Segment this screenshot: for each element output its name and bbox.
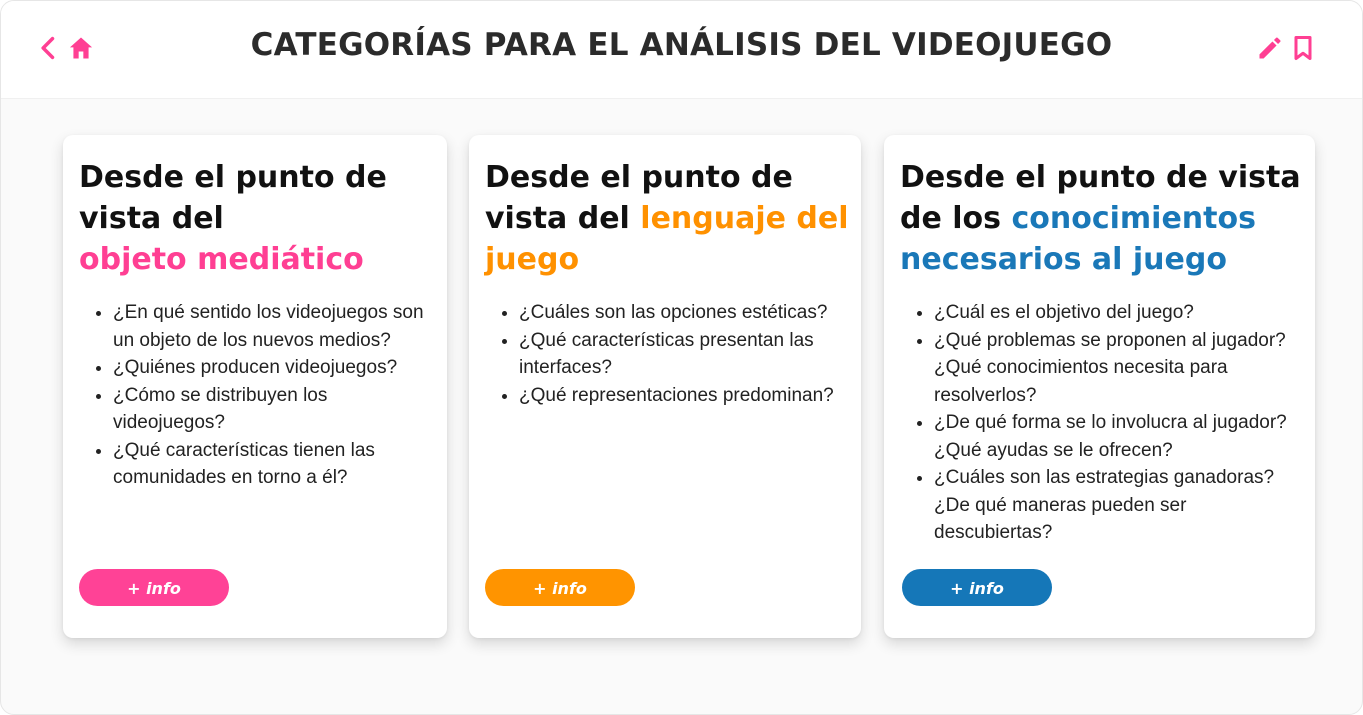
more-info-button[interactable]: + info	[902, 569, 1052, 606]
question-list: ¿En qué sentido los videojuegos son un o…	[77, 299, 437, 492]
question-list: ¿Cuáles son las opciones estéticas? ¿Qué…	[483, 299, 851, 409]
card-heading: Desde el punto de vista del lenguaje del…	[485, 157, 849, 280]
header-bar: CATEGORÍAS PARA EL ANÁLISIS DEL VIDEOJUE…	[1, 1, 1362, 99]
more-info-button[interactable]: + info	[79, 569, 229, 606]
edit-icon[interactable]	[1256, 34, 1284, 62]
card-game-knowledge: Desde el punto de vista de los conocimie…	[884, 135, 1315, 638]
list-item: ¿Cuál es el objetivo del juego?	[934, 299, 1305, 327]
list-item: ¿Qué características tienen las comunida…	[113, 437, 437, 492]
page-title: CATEGORÍAS PARA EL ANÁLISIS DEL VIDEOJUE…	[250, 27, 1113, 63]
list-item: ¿Cuáles son las estrategias ganadoras?¿D…	[934, 464, 1305, 547]
card-heading: Desde el punto de vista de los conocimie…	[900, 157, 1303, 280]
list-item: ¿De qué forma se lo involucra al jugador…	[934, 409, 1305, 464]
more-info-button[interactable]: + info	[485, 569, 635, 606]
list-item: ¿En qué sentido los videojuegos son un o…	[113, 299, 437, 354]
bookmark-icon[interactable]	[1289, 34, 1317, 62]
list-item: ¿Qué problemas se proponen al jugador?¿Q…	[934, 327, 1305, 410]
question-list: ¿Cuál es el objetivo del juego? ¿Qué pro…	[898, 299, 1305, 547]
card-heading-text: Desde el punto de vista del	[79, 160, 387, 236]
app-frame: CATEGORÍAS PARA EL ANÁLISIS DEL VIDEOJUE…	[0, 0, 1363, 715]
card-game-language: Desde el punto de vista del lenguaje del…	[469, 135, 861, 638]
card-heading-highlight: objeto mediático	[79, 242, 364, 277]
card-media-object: Desde el punto de vista del objeto mediá…	[63, 135, 447, 638]
list-item: ¿Qué representaciones predominan?	[519, 382, 851, 410]
card-heading: Desde el punto de vista del objeto mediá…	[79, 157, 435, 280]
list-item: ¿Quiénes producen videojuegos?	[113, 354, 437, 382]
list-item: ¿Cuáles son las opciones estéticas?	[519, 299, 851, 327]
list-item: ¿Qué características presentan las inter…	[519, 327, 851, 382]
list-item: ¿Cómo se distribuyen los videojuegos?	[113, 382, 437, 437]
